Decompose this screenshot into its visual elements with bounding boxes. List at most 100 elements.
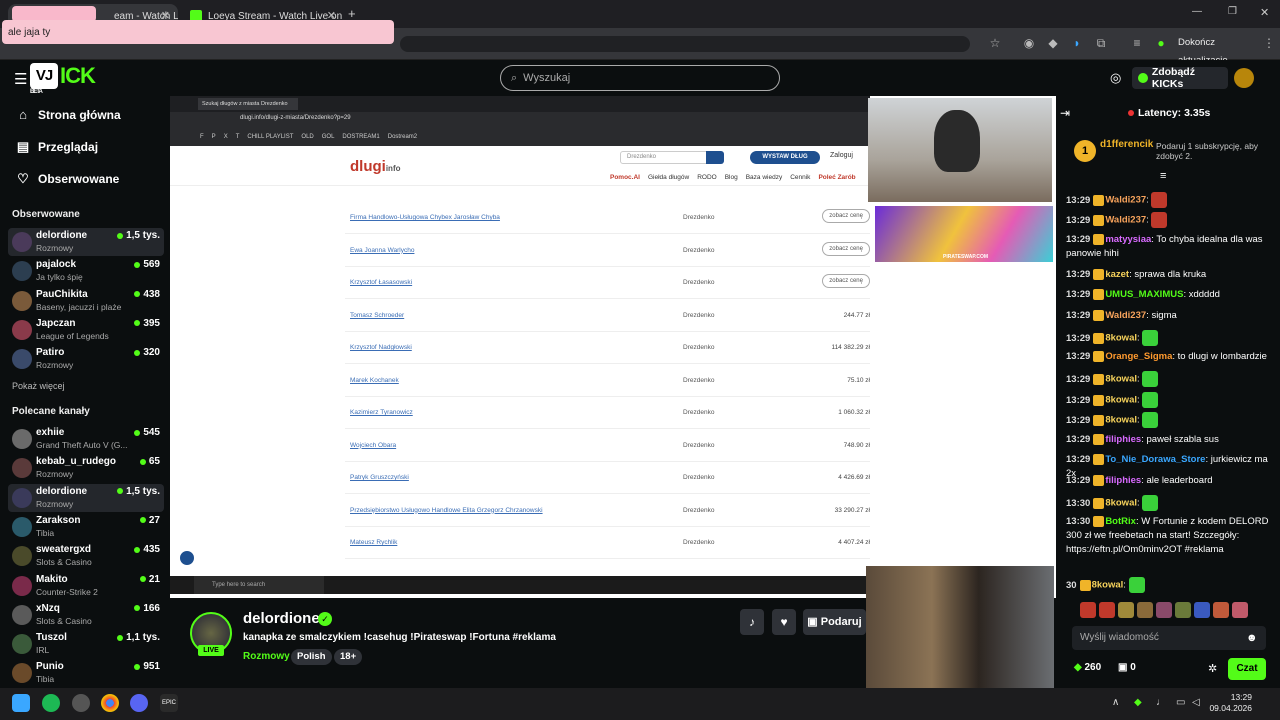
message-username[interactable]: Waldi237 — [1105, 215, 1146, 226]
tag-language[interactable]: Polish — [291, 649, 332, 665]
stream-category[interactable]: Rozmowy — [243, 651, 290, 662]
channel-item[interactable]: delordione Rozmowy 1,5 tys. — [8, 483, 164, 512]
minimize-icon[interactable]: — — [1192, 6, 1202, 17]
stream-url: dlugi.info/dlugi-z-miasta/Drezdenko?p=29 — [240, 115, 351, 121]
chrome-icon[interactable] — [101, 694, 119, 712]
settings-gear-icon[interactable]: ✲ — [1208, 662, 1217, 675]
message-username[interactable]: To_Nie_Dorawa_Store — [1105, 454, 1205, 465]
gift-sub-button[interactable]: ▣ Podaruj — [803, 609, 866, 635]
channel-item[interactable]: Makito Counter-Strike 2 21 — [8, 572, 164, 600]
kicks-balance[interactable]: ◆ 260 — [1074, 662, 1101, 673]
pinned-user[interactable]: d1fferencik — [1100, 139, 1153, 150]
message-username[interactable]: Waldi237 — [1105, 195, 1146, 206]
message-username[interactable]: filiphies — [1105, 434, 1141, 445]
channel-item[interactable]: sweatergxd Slots & Casino 435 — [8, 542, 164, 570]
emoji-icon[interactable]: ☻ — [1246, 632, 1258, 644]
send-chat-button[interactable]: Czat — [1228, 658, 1266, 680]
taskbar-clock[interactable]: 13:29 09.04.2026 — [1208, 692, 1252, 714]
profile-icon[interactable]: ● — [1154, 36, 1168, 50]
channel-item[interactable]: Patiro Rozmowy 320 — [8, 345, 164, 373]
extensions-puzzle-icon[interactable]: ⧉ — [1094, 36, 1108, 50]
kicks-count: 260 — [1084, 662, 1102, 673]
emote-icon[interactable] — [1080, 602, 1096, 618]
message-username[interactable]: matyysiaa — [1105, 234, 1151, 245]
chat-message-input[interactable]: Wyślij wiadomość — [1072, 626, 1266, 650]
network-icon[interactable]: ▭ — [1176, 697, 1185, 708]
chat-expand-icon[interactable]: ≡ — [1160, 170, 1166, 182]
nav-home[interactable]: ⌂ Strona główna — [16, 107, 121, 122]
tray-chevron-icon[interactable]: ∧ — [1112, 697, 1119, 708]
user-avatar[interactable] — [1234, 68, 1254, 88]
notification-bell-icon[interactable]: ♪ — [740, 609, 764, 635]
app-icon[interactable] — [72, 694, 90, 712]
emote-icon[interactable] — [1137, 602, 1153, 618]
browser-menu-icon[interactable]: ⋮ — [1262, 36, 1276, 50]
channel-category: Rozmowy — [36, 498, 74, 509]
emote-icon[interactable] — [1118, 602, 1134, 618]
finish-update-button[interactable]: Dokończ aktualizacje — [1178, 34, 1262, 66]
emote-icon[interactable] — [1099, 602, 1115, 618]
get-kicks-button[interactable]: Zdobądź KICKs — [1132, 66, 1228, 90]
emote-icon[interactable] — [1232, 602, 1248, 618]
activity-icon[interactable]: ◎ — [1110, 70, 1121, 86]
emote-icon[interactable] — [1175, 602, 1191, 618]
message-username[interactable]: UMUS_MAXIMUS — [1105, 289, 1183, 300]
message-username[interactable]: 8kowal — [1105, 415, 1137, 426]
channel-item[interactable]: PauChikita Baseny, jacuzzi i plaże 438 — [8, 287, 164, 315]
emote-icon[interactable] — [1213, 602, 1229, 618]
message-username[interactable]: Orange_Sigma — [1105, 351, 1172, 362]
message-username[interactable]: 8kowal — [1092, 580, 1124, 591]
channel-item[interactable]: exhiie Grand Theft Auto V (G... 545 — [8, 425, 164, 453]
menu-hamburger-icon[interactable]: ☰ — [14, 70, 27, 88]
url-field[interactable] — [400, 36, 970, 52]
message-username[interactable]: filiphies — [1105, 475, 1141, 486]
maximize-icon[interactable]: ❐ — [1228, 6, 1237, 17]
channel-item[interactable]: Zarakson Tibia 27 — [8, 513, 164, 541]
emote-bar[interactable] — [1080, 602, 1270, 620]
extension-icon[interactable]: ◉ — [1022, 36, 1036, 50]
channel-item[interactable]: Punio Tibia 951 — [8, 659, 164, 687]
message-username[interactable]: Waldi237 — [1105, 310, 1146, 321]
new-tab-icon[interactable]: + — [348, 6, 356, 21]
message-username[interactable]: kazet — [1105, 269, 1129, 280]
nav-browse[interactable]: ▤ Przeglądaj — [16, 139, 98, 155]
emote-icon[interactable] — [1194, 602, 1210, 618]
see-price-button: zobacz cenę — [822, 241, 870, 256]
streamer-name[interactable]: delordione — [243, 610, 320, 627]
channel-item[interactable]: Japczan League of Legends 395 — [8, 316, 164, 344]
channel-item[interactable]: xNzq Slots & Casino 166 — [8, 601, 164, 629]
debt-amount: 33 290.27 zł — [834, 506, 870, 514]
microphone-icon[interactable]: ♩ — [1156, 697, 1166, 708]
collapse-chat-icon[interactable]: ⇥ — [1060, 106, 1070, 120]
epic-games-icon[interactable]: EPIC — [160, 694, 178, 712]
emote-icon[interactable] — [1156, 602, 1172, 618]
message-username[interactable]: 8kowal — [1105, 333, 1137, 344]
nav-following[interactable]: ♡ Obserwowane — [16, 171, 119, 187]
extension-icon[interactable]: ◗ — [1070, 36, 1084, 50]
message-username[interactable]: 8kowal — [1105, 395, 1137, 406]
search-input[interactable]: ⌕ Wyszukaj — [500, 65, 780, 91]
channel-item[interactable]: kebab_u_rudego Rozmowy 65 — [8, 454, 164, 482]
volume-icon[interactable]: ◁ — [1192, 697, 1200, 708]
chat-message: 13:29 8kowal: — [1066, 412, 1270, 428]
tag-age[interactable]: 18+ — [334, 649, 363, 665]
channel-item[interactable]: delordione Rozmowy 1,5 tys. — [8, 228, 164, 256]
gifts-balance[interactable]: ▣ 0 — [1118, 662, 1136, 673]
close-window-icon[interactable]: ✕ — [1260, 6, 1269, 19]
channel-item[interactable]: Tuszol IRL 1,1 tys. — [8, 630, 164, 658]
tab-search-icon[interactable]: ≡ — [1130, 36, 1144, 50]
show-more-link[interactable]: Pokaż więcej — [12, 381, 65, 391]
kick-logo[interactable]: VJ ICK BETA — [30, 63, 110, 95]
follow-heart-icon[interactable]: ♥ — [772, 609, 796, 635]
message-username[interactable]: 8kowal — [1105, 498, 1137, 509]
bookmark-star-icon[interactable]: ☆ — [988, 36, 1002, 50]
browse-icon: ▤ — [16, 139, 30, 154]
extension-icon[interactable]: ◆ — [1046, 36, 1060, 50]
message-username[interactable]: 8kowal — [1105, 374, 1137, 385]
discord-icon[interactable] — [130, 694, 148, 712]
tray-app-icon[interactable]: ◆ — [1134, 697, 1142, 708]
channel-item[interactable]: pajalock Ja tylko śpię 569 — [8, 257, 164, 285]
windows-start-icon[interactable] — [12, 694, 30, 712]
message-username[interactable]: BotRix — [1105, 516, 1136, 527]
spotify-icon[interactable] — [42, 694, 60, 712]
